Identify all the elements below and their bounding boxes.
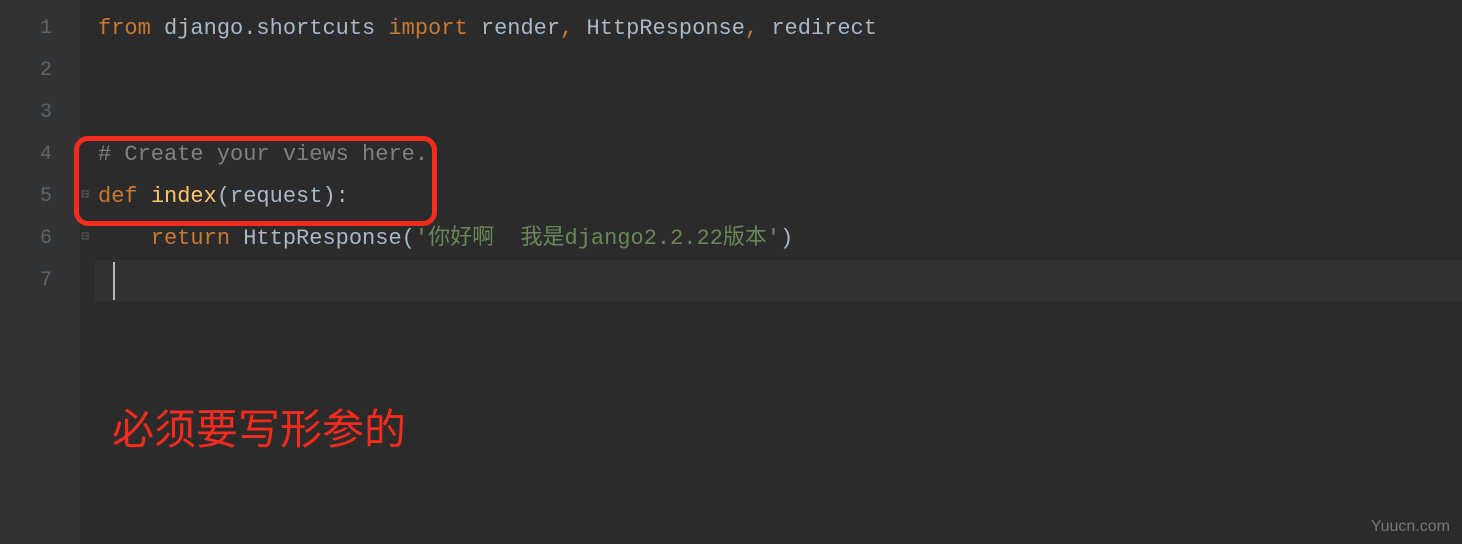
annotation-text: 必须要写形参的 bbox=[112, 396, 406, 457]
code-line-4[interactable]: # Create your views here. bbox=[98, 134, 1462, 176]
keyword-def: def bbox=[98, 184, 151, 209]
comma: , bbox=[560, 16, 586, 41]
import-httpresponse: HttpResponse bbox=[587, 16, 745, 41]
function-params: (request): bbox=[217, 184, 349, 209]
module-name: django.shortcuts bbox=[151, 16, 389, 41]
fold-collapse-icon[interactable]: ⊟ bbox=[78, 188, 92, 202]
code-line-3[interactable] bbox=[98, 92, 1462, 134]
comment: # Create your views here. bbox=[98, 142, 428, 167]
string-literal: '你好啊 我是django2.2.22版本' bbox=[415, 226, 780, 251]
code-line-1[interactable]: from django.shortcuts import render, Htt… bbox=[98, 8, 1462, 50]
function-name: index bbox=[151, 184, 217, 209]
code-line-6[interactable]: return HttpResponse('你好啊 我是django2.2.22版… bbox=[98, 218, 1462, 260]
line-number: 6 bbox=[0, 218, 80, 260]
keyword-return: return bbox=[151, 226, 243, 251]
comma: , bbox=[745, 16, 771, 41]
close-paren: ) bbox=[780, 226, 793, 251]
code-line-7[interactable] bbox=[98, 260, 1462, 302]
code-line-5[interactable]: def index(request): bbox=[98, 176, 1462, 218]
line-number: 5 bbox=[0, 176, 80, 218]
fold-end-icon[interactable]: ⊟ bbox=[78, 230, 92, 244]
code-editor[interactable]: 1 2 3 4 5 6 7 from django.shortcuts impo… bbox=[0, 0, 1462, 544]
indent bbox=[98, 226, 151, 251]
keyword-from: from bbox=[98, 16, 151, 41]
text-caret bbox=[113, 262, 115, 300]
code-area[interactable]: from django.shortcuts import render, Htt… bbox=[80, 0, 1462, 544]
line-number: 2 bbox=[0, 50, 80, 92]
line-number: 4 bbox=[0, 134, 80, 176]
call-httpresponse: HttpResponse( bbox=[243, 226, 415, 251]
line-number: 1 bbox=[0, 8, 80, 50]
keyword-import: import bbox=[388, 16, 467, 41]
import-redirect: redirect bbox=[771, 16, 877, 41]
line-gutter: 1 2 3 4 5 6 7 bbox=[0, 0, 80, 544]
line-number: 7 bbox=[0, 260, 80, 302]
line-number: 3 bbox=[0, 92, 80, 134]
code-line-2[interactable] bbox=[98, 50, 1462, 92]
import-render: render bbox=[468, 16, 560, 41]
watermark: Yuucn.com bbox=[1371, 518, 1450, 536]
